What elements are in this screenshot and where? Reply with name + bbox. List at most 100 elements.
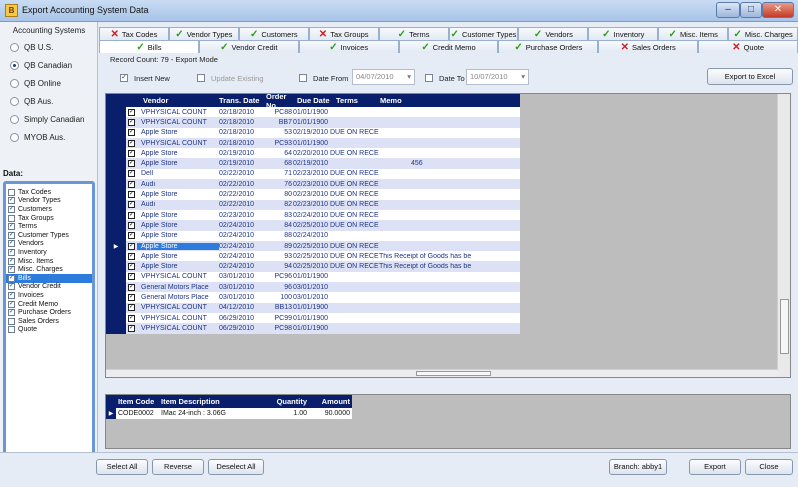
row-checkbox[interactable]: ✓: [128, 149, 135, 157]
row-checkbox-cell[interactable]: ✓: [126, 191, 137, 199]
vendor-cell[interactable]: General Motors Place: [137, 284, 219, 291]
trans-date-cell[interactable]: 02/24/2010: [219, 253, 266, 260]
row-checkbox-cell[interactable]: ✓: [126, 304, 137, 312]
table-row[interactable]: ✓ General Motors Place 03/01/2010 100 03/01/…: [106, 292, 520, 303]
tab-vendors[interactable]: ✓ Vendors: [518, 27, 589, 40]
date-to-checkbox[interactable]: Date To: [425, 73, 465, 83]
terms-cell[interactable]: DUE ON RECE: [330, 201, 379, 208]
data-item-checkbox[interactable]: ✓: [8, 300, 15, 308]
vendor-cell[interactable]: VPHYSICAL COUNT: [137, 304, 219, 311]
due-date-cell[interactable]: 02/19/2010: [292, 160, 330, 167]
tab-tax-codes[interactable]: ✕ Tax Codes: [99, 27, 169, 40]
row-checkbox[interactable]: ✓: [128, 170, 135, 178]
data-item-inventory[interactable]: ✓ Inventory: [6, 248, 92, 257]
row-checkbox[interactable]: ✓: [128, 263, 135, 271]
export-button[interactable]: Export: [689, 459, 741, 475]
select-all-button[interactable]: Select All: [96, 459, 148, 475]
horizontal-scroll-thumb[interactable]: [416, 371, 491, 376]
data-item-checkbox[interactable]: [8, 326, 15, 334]
date-from-picker[interactable]: 04/07/2010 ▾: [352, 69, 415, 85]
due-date-cell[interactable]: 02/23/2010: [292, 201, 330, 208]
data-item-purchase-orders[interactable]: ✓ Purchase Orders: [6, 308, 92, 317]
system-radio-qb-canadian[interactable]: QB Canadian: [10, 58, 72, 72]
vendor-cell[interactable]: Audi: [137, 201, 219, 208]
order-no-cell[interactable]: 82: [266, 201, 292, 208]
row-selector[interactable]: [106, 117, 126, 128]
row-checkbox[interactable]: ✓: [128, 191, 135, 199]
tab-misc-charges[interactable]: ✓ Misc. Charges: [728, 27, 798, 40]
data-item-checkbox[interactable]: ✓: [8, 291, 15, 299]
tab-vendor-types[interactable]: ✓ Vendor Types: [168, 27, 239, 40]
radio-icon[interactable]: [10, 132, 19, 142]
vendor-cell[interactable]: Audi: [137, 181, 219, 188]
tab-credit-memo[interactable]: ✓ Credit Memo: [398, 40, 499, 53]
trans-date-cell[interactable]: 02/19/2010: [219, 160, 266, 167]
row-checkbox-cell[interactable]: ✓: [126, 314, 137, 322]
terms-cell[interactable]: DUE ON RECE: [330, 212, 379, 219]
tab-customers[interactable]: ✓ Customers: [238, 27, 309, 40]
table-row[interactable]: ✓ Apple Store 02/19/2010 64 02/20/2010 DUE ON…: [106, 148, 520, 159]
date-from-checkbox[interactable]: Date From: [299, 73, 348, 83]
table-row[interactable]: ▶ ✓ Apple Store 02/24/2010 89 02/25/2010 DUE O…: [106, 240, 520, 252]
row-selector[interactable]: [106, 168, 126, 180]
radio-icon[interactable]: [10, 114, 19, 124]
order-no-cell[interactable]: 53: [266, 129, 292, 136]
tab-sales-orders[interactable]: ✕ Sales Orders: [598, 40, 699, 53]
row-checkbox-cell[interactable]: ✓: [126, 139, 137, 147]
data-item-tax-codes[interactable]: Tax Codes: [6, 188, 92, 197]
due-date-cell[interactable]: 02/25/2010: [292, 222, 330, 229]
terms-cell[interactable]: DUE ON RECE: [330, 222, 379, 229]
row-selector[interactable]: [106, 148, 126, 159]
table-row[interactable]: ✓ Apple Store 02/24/2010 94 02/25/2010 DUE ON…: [106, 261, 520, 272]
row-checkbox[interactable]: ✓: [128, 108, 135, 116]
row-checkbox[interactable]: ✓: [128, 324, 135, 332]
row-checkbox-cell[interactable]: ✓: [126, 170, 137, 178]
row-selector[interactable]: [106, 302, 126, 313]
data-item-vendor-types[interactable]: ✓ Vendor Types: [6, 197, 92, 206]
row-selector[interactable]: [106, 323, 126, 334]
due-date-cell[interactable]: 01/01/1900: [292, 325, 330, 332]
data-item-checkbox[interactable]: ✓: [8, 274, 15, 282]
system-radio-qb-aus[interactable]: QB Aus.: [10, 94, 53, 108]
trans-date-cell[interactable]: 02/24/2010: [219, 222, 266, 229]
radio-icon[interactable]: [10, 96, 19, 106]
order-no-cell[interactable]: BB13: [266, 304, 292, 311]
table-row[interactable]: ✓ VPHYSICAL COUNT 02/18/2010 PC93 01/01/1900: [106, 137, 520, 149]
data-item-checkbox[interactable]: ✓: [8, 257, 15, 265]
table-row[interactable]: ✓ Dell 02/22/2010 71 02/23/2010 DUE ON RECE: [106, 168, 520, 180]
vendor-cell[interactable]: Apple Store: [137, 212, 219, 219]
data-item-checkbox[interactable]: ✓: [8, 197, 15, 205]
col-terms[interactable]: Terms: [331, 96, 380, 105]
data-item-checkbox[interactable]: ✓: [8, 266, 15, 274]
row-checkbox[interactable]: ✓: [128, 232, 135, 240]
col-item-code[interactable]: Item Code: [116, 397, 159, 406]
tab-quote[interactable]: ✕ Quote: [698, 40, 798, 53]
tab-bills[interactable]: ✓ Bills: [99, 40, 199, 53]
memo-cell[interactable]: This Receipt of Goods has be: [379, 263, 519, 270]
terms-cell[interactable]: DUE ON RECE: [330, 263, 379, 270]
bills-grid[interactable]: Vendor Trans. Date Order No. Due Date Te…: [105, 93, 791, 378]
table-row[interactable]: ✓ Apple Store 02/23/2010 83 02/24/2010 DUE ON…: [106, 209, 520, 221]
due-date-cell[interactable]: 02/23/2010: [292, 191, 330, 198]
order-no-cell[interactable]: PC98: [266, 325, 292, 332]
update-existing-checkbox[interactable]: Update Existing: [197, 73, 264, 83]
row-checkbox-cell[interactable]: ✓: [126, 273, 137, 281]
row-checkbox[interactable]: ✓: [128, 211, 135, 219]
col-order-no[interactable]: Order No.: [266, 94, 296, 110]
order-no-cell[interactable]: PC88: [266, 109, 292, 116]
memo-cell[interactable]: This Receipt of Goods has be: [379, 253, 519, 260]
trans-date-cell[interactable]: 02/19/2010: [219, 150, 266, 157]
row-selector[interactable]: [106, 137, 126, 149]
data-item-misc-items[interactable]: ✓ Misc. Items: [6, 257, 92, 266]
order-no-cell[interactable]: PC93: [266, 140, 292, 147]
row-checkbox[interactable]: ✓: [128, 160, 135, 168]
table-row[interactable]: ✓ Apple Store 02/24/2010 84 02/25/2010 DUE ON…: [106, 220, 520, 231]
due-date-cell[interactable]: 02/23/2010: [292, 181, 330, 188]
trans-date-cell[interactable]: 03/01/2010: [219, 273, 266, 280]
order-no-cell[interactable]: 83: [266, 212, 292, 219]
item-row[interactable]: ▶ CODE0002 IMac 24-inch : 3.06G 1.00 90.0000: [106, 408, 352, 419]
vendor-cell[interactable]: Apple Store: [137, 160, 219, 167]
terms-cell[interactable]: DUE ON RECE: [330, 191, 379, 198]
row-checkbox-cell[interactable]: ✓: [126, 108, 137, 116]
trans-date-cell[interactable]: 02/18/2010: [219, 140, 266, 147]
